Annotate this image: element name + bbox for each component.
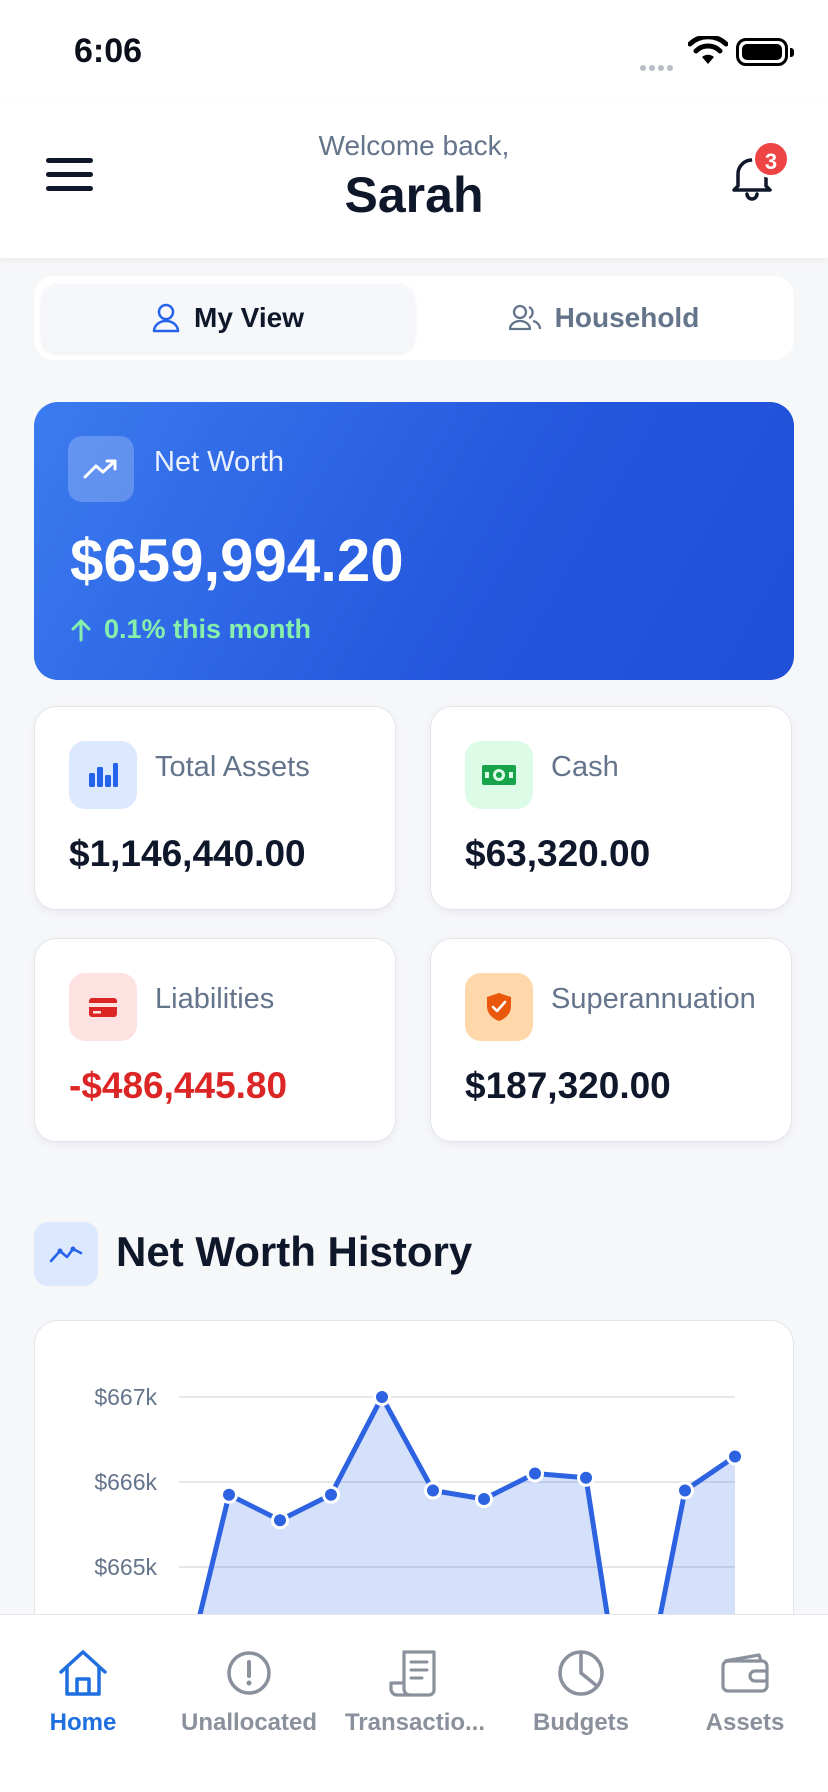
stat-card-total-assets[interactable]: Total Assets $1,146,440.00 xyxy=(34,706,396,910)
user-icon xyxy=(152,303,180,333)
nav-unallocated[interactable]: Unallocated xyxy=(166,1645,332,1737)
status-bar: 6:06 xyxy=(0,0,828,100)
net-worth-value: $659,994.20 xyxy=(70,527,404,594)
shield-icon xyxy=(465,973,533,1041)
nav-assets[interactable]: Assets xyxy=(662,1645,828,1737)
tab-my-view-label: My View xyxy=(194,302,304,333)
wallet-icon xyxy=(721,1653,769,1693)
chart-svg: $667k $666k $665k xyxy=(94,1384,744,1619)
chart-data-point[interactable] xyxy=(676,1481,694,1500)
app-header: Welcome back, Sarah 3 xyxy=(0,100,828,258)
tab-my-view[interactable]: My View xyxy=(42,284,414,352)
chart-y-tick-label: $665k xyxy=(94,1554,157,1580)
net-worth-change: 0.1% this month xyxy=(70,614,311,645)
welcome-text: Welcome back, xyxy=(318,130,510,161)
signal-icon xyxy=(640,58,676,76)
view-toggle: My View Household xyxy=(34,276,794,360)
stat-label: Cash xyxy=(551,751,619,783)
chart-area-fill xyxy=(198,1397,735,1619)
stat-value: $63,320.00 xyxy=(465,833,651,874)
tab-household-label: Household xyxy=(554,302,700,333)
notification-badge: 3 xyxy=(752,140,790,178)
arrow-up-icon xyxy=(71,619,91,641)
pie-chart-icon xyxy=(558,1650,604,1696)
stat-label: Total Assets xyxy=(155,751,310,783)
users-icon xyxy=(508,304,541,331)
chart-data-point[interactable] xyxy=(424,1481,442,1500)
activity-icon xyxy=(34,1222,98,1286)
stat-value: $187,320.00 xyxy=(465,1065,671,1106)
net-worth-label: Net Worth xyxy=(154,446,285,478)
chart-data-point[interactable] xyxy=(271,1511,289,1530)
net-worth-change-text: 0.1% this month xyxy=(104,614,312,644)
stat-label: Liabilities xyxy=(155,983,275,1015)
net-worth-chart[interactable]: $667k $666k $665k xyxy=(34,1320,794,1620)
chart-data-point[interactable] xyxy=(220,1485,238,1504)
banknote-icon xyxy=(465,741,533,809)
stat-card-superannuation[interactable]: Superannuation $187,320.00 xyxy=(430,938,792,1142)
nav-label: Unallocated xyxy=(180,1709,318,1736)
trending-up-icon xyxy=(68,436,134,502)
chart-data-point[interactable] xyxy=(526,1464,544,1483)
stat-value: -$486,445.80 xyxy=(69,1065,288,1106)
tab-household[interactable]: Household xyxy=(422,284,786,352)
section-title: Net Worth History xyxy=(116,1228,473,1275)
stat-label: Superannuation xyxy=(551,983,756,1015)
stat-card-liabilities[interactable]: Liabilities -$486,445.80 xyxy=(34,938,396,1142)
nav-label: Transactio... xyxy=(344,1709,486,1736)
nav-label: Budgets xyxy=(533,1709,629,1736)
battery-tip xyxy=(790,48,794,57)
chart-data-point[interactable] xyxy=(577,1468,595,1487)
net-worth-card[interactable]: Net Worth $659,994.20 0.1% this month xyxy=(34,402,794,680)
bar-chart-icon xyxy=(69,741,137,809)
nav-label: Assets xyxy=(705,1709,785,1736)
status-time: 6:06 xyxy=(74,32,143,70)
wifi-icon xyxy=(688,36,728,64)
chart-y-tick-label: $667k xyxy=(94,1384,157,1410)
receipt-icon xyxy=(389,1650,436,1697)
battery-icon xyxy=(736,38,788,66)
stat-value: $1,146,440.00 xyxy=(69,833,306,874)
chart-data-point[interactable] xyxy=(475,1490,493,1508)
chart-data-point[interactable] xyxy=(373,1388,391,1406)
nav-home[interactable]: Home xyxy=(0,1645,166,1737)
chart-data-point[interactable] xyxy=(726,1447,744,1466)
alert-circle-icon xyxy=(227,1651,271,1695)
stat-card-cash[interactable]: Cash $63,320.00 xyxy=(430,706,792,910)
chart-y-tick-label: $666k xyxy=(94,1469,157,1495)
nav-budgets[interactable]: Budgets xyxy=(498,1645,664,1737)
nav-transactions[interactable]: Transactio... xyxy=(332,1645,498,1737)
nav-label: Home xyxy=(49,1709,117,1736)
user-name: Sarah xyxy=(344,167,484,223)
home-icon xyxy=(59,1650,107,1696)
bottom-nav: Home Unallocated Transactio... Budgets A… xyxy=(0,1614,828,1792)
chart-data-point[interactable] xyxy=(322,1485,340,1504)
credit-card-icon xyxy=(69,973,137,1041)
